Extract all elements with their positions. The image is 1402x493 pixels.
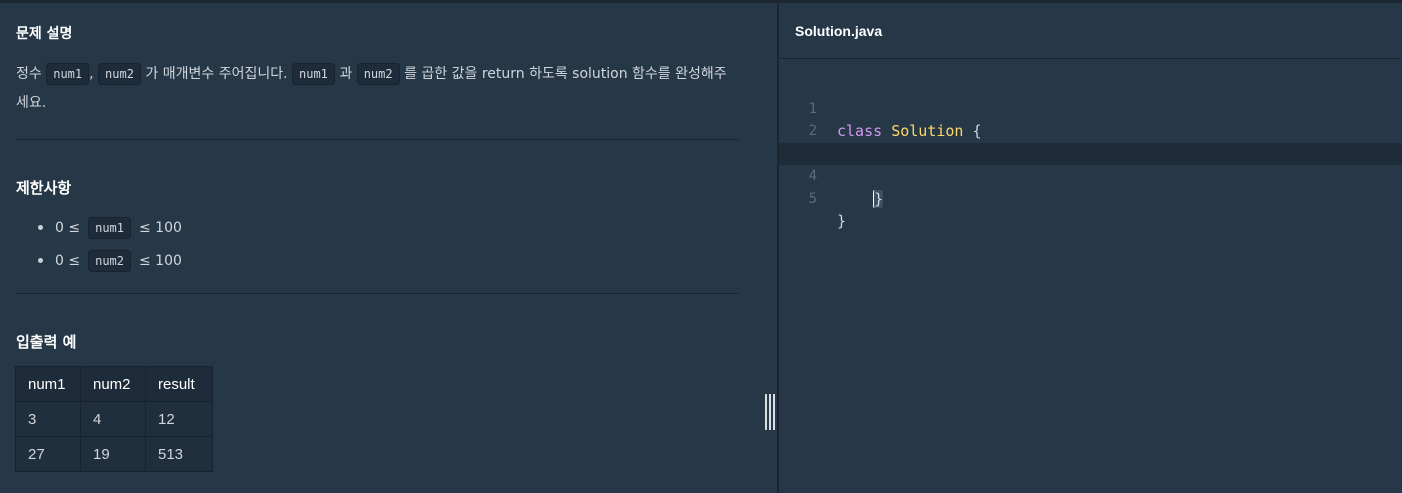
constraint-item: 0 ≤ num1 ≤ 100 bbox=[16, 211, 182, 244]
matched-brace-cursor: } bbox=[873, 189, 884, 208]
table-header-row: num1 num2 result bbox=[15, 366, 213, 402]
desc-text: 정수 bbox=[16, 66, 42, 82]
constraint-post: ≤ 100 bbox=[139, 219, 182, 236]
grip-bar bbox=[769, 394, 771, 430]
table-row: 27 19 513 bbox=[15, 436, 213, 472]
table-cell: 27 bbox=[15, 436, 81, 472]
file-tab-solution-java[interactable]: Solution.java bbox=[795, 23, 882, 39]
table-cell: 513 bbox=[145, 436, 213, 472]
code-num2: num2 bbox=[356, 63, 400, 85]
section-divider bbox=[16, 139, 738, 140]
editor-panel: Solution.java 1 class Solution { 2 publi… bbox=[779, 3, 1402, 493]
desc-text: 가 매개변수 주어집니다. bbox=[145, 66, 288, 82]
code-num1: num1 bbox=[46, 63, 90, 85]
panel-resize-handle[interactable] bbox=[765, 394, 775, 430]
table-cell: 4 bbox=[80, 401, 146, 437]
code-text[interactable]: } bbox=[837, 188, 884, 211]
code-text[interactable]: } bbox=[837, 210, 846, 233]
constraints-title: 제한사항 bbox=[16, 179, 72, 197]
table-cell: 3 bbox=[15, 401, 81, 437]
constraint-post: ≤ 100 bbox=[139, 252, 182, 269]
desc-comma: , bbox=[89, 66, 94, 82]
brace: } bbox=[837, 212, 847, 230]
bullet-icon bbox=[38, 225, 43, 230]
constraint-code: num1 bbox=[88, 216, 131, 239]
constraint-code: num2 bbox=[88, 249, 131, 272]
code-line[interactable]: 2 public int solution(int num1, int num2… bbox=[779, 98, 1402, 163]
column-header: num1 bbox=[15, 366, 81, 402]
examples-table: num1 num2 result 3 4 12 27 19 513 bbox=[15, 366, 213, 472]
code-line-active[interactable]: 4 } bbox=[779, 142, 1402, 208]
grip-bar bbox=[773, 394, 775, 430]
code-num2: num2 bbox=[98, 63, 141, 85]
problem-description: 정수 num1, num2 가 매개변수 주어집니다. num1 과 num2 … bbox=[16, 60, 736, 118]
code-line[interactable]: 5 } bbox=[779, 165, 1402, 231]
column-header: num2 bbox=[80, 366, 146, 402]
constraint-item: 0 ≤ num2 ≤ 100 bbox=[16, 244, 182, 277]
code-line[interactable]: 1 class Solution { bbox=[779, 75, 1402, 141]
table-cell: 19 bbox=[80, 436, 146, 472]
table-cell: 12 bbox=[145, 401, 213, 437]
constraints-list: 0 ≤ num1 ≤ 100 0 ≤ num2 ≤ 100 bbox=[16, 211, 182, 277]
section-divider bbox=[16, 293, 738, 294]
code-editor[interactable]: 1 class Solution { 2 public int solution… bbox=[779, 75, 1402, 231]
constraint-pre: 0 ≤ bbox=[55, 252, 81, 269]
column-header: result bbox=[145, 366, 213, 402]
table-row: 3 4 12 bbox=[15, 401, 213, 437]
bullet-icon bbox=[38, 258, 43, 263]
problem-panel: 문제 설명 정수 num1, num2 가 매개변수 주어집니다. num1 과… bbox=[0, 3, 777, 493]
problem-description-title: 문제 설명 bbox=[16, 26, 73, 42]
constraint-pre: 0 ≤ bbox=[55, 219, 81, 236]
file-tab-bar: Solution.java bbox=[779, 3, 1402, 59]
line-number: 5 bbox=[808, 190, 817, 207]
code-num1: num1 bbox=[292, 63, 335, 85]
code-line[interactable]: 3 bbox=[779, 120, 1402, 162]
desc-text: 과 bbox=[339, 66, 353, 82]
grip-bar bbox=[765, 394, 767, 430]
examples-title: 입출력 예 bbox=[16, 333, 77, 351]
